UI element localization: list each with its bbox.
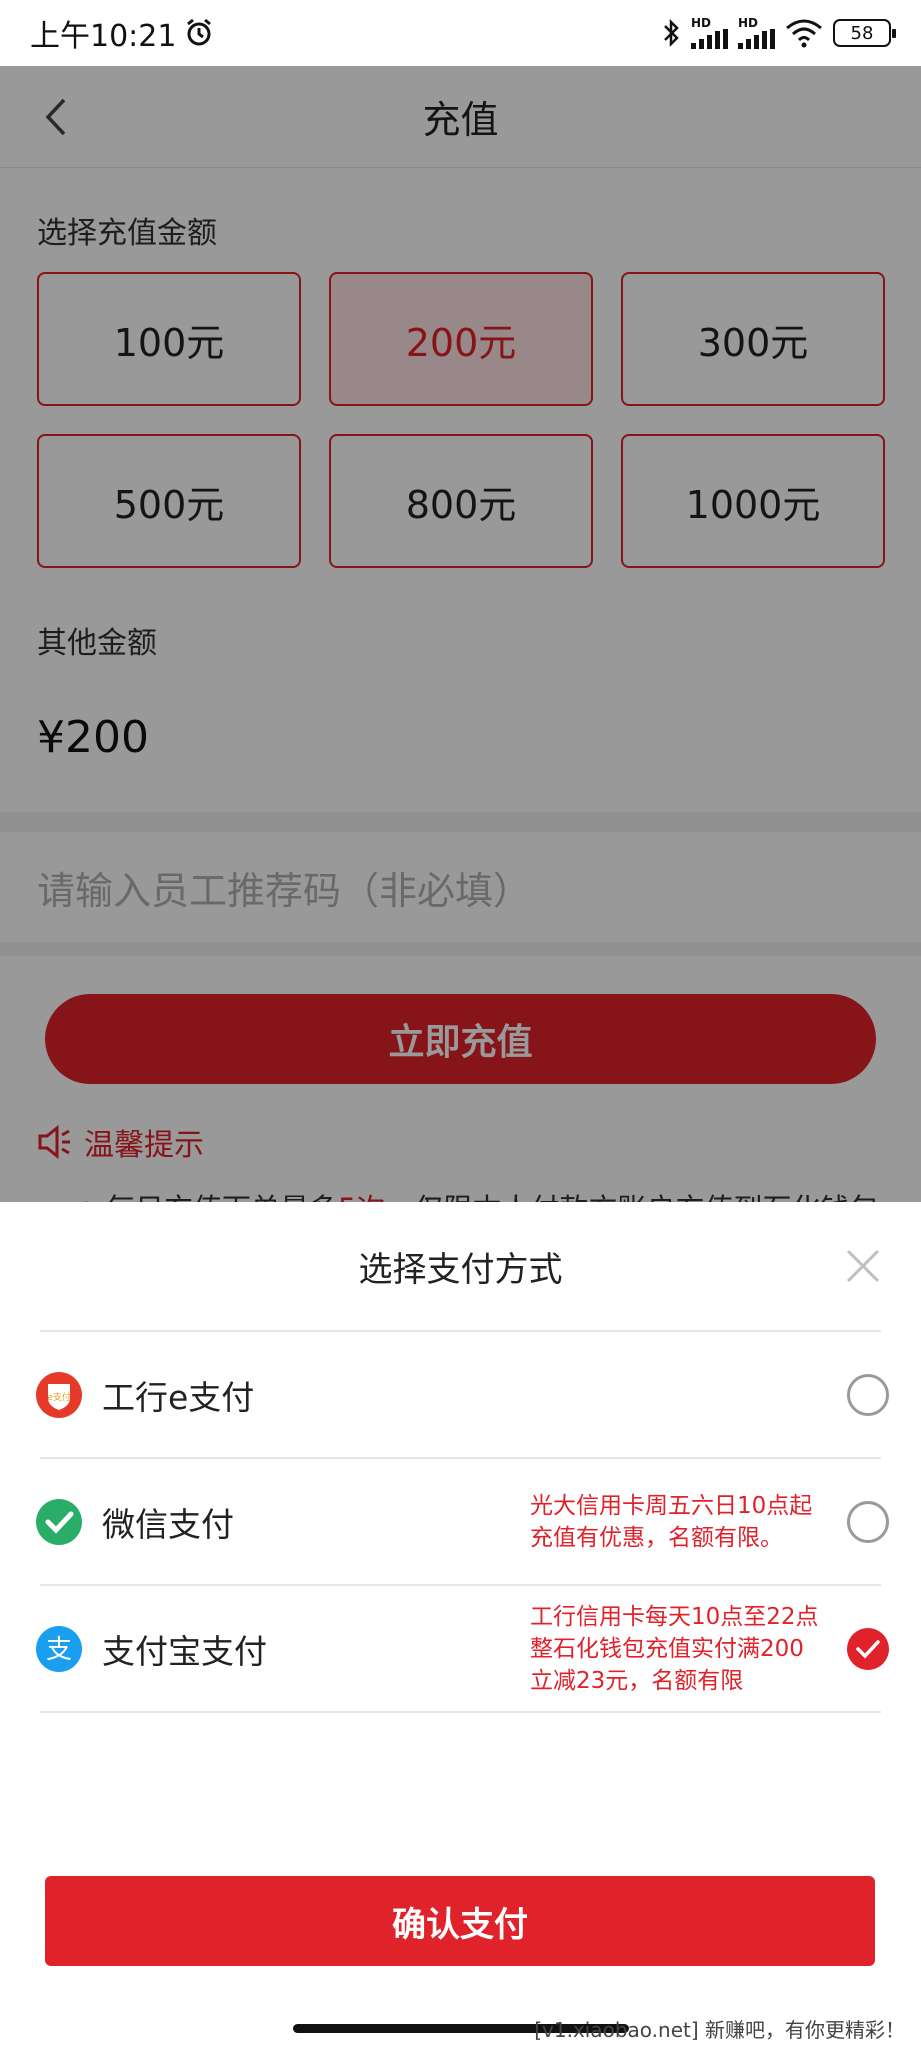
hd-label: HD — [691, 16, 712, 30]
radio-button-checked[interactable] — [847, 1627, 889, 1670]
signal-icon — [738, 29, 775, 49]
close-icon[interactable] — [843, 1246, 883, 1286]
check-icon — [856, 1639, 880, 1659]
alipay-icon: 支 — [36, 1625, 82, 1672]
svg-text:e支付: e支付 — [47, 1391, 71, 1403]
wifi-icon — [786, 19, 822, 48]
watermark: [v1.xiaobao.net] 新赚吧，有你更精彩！ — [534, 2018, 905, 2042]
confirm-payment-button[interactable]: 确认支付 — [45, 1876, 875, 1966]
payment-method-list: e支付 工行e支付 微信支付 光大信用卡周五六日10点起充值有优惠，名额有限。 — [36, 1330, 889, 1713]
hd-label: HD — [738, 16, 759, 30]
svg-text:支: 支 — [46, 1635, 72, 1665]
status-time: 上午10:21 — [30, 19, 177, 54]
payment-name: 工行e支付 — [102, 1377, 255, 1417]
status-bar: 上午10:21 HD HD 58 — [0, 0, 921, 66]
battery-icon: 58 — [833, 19, 896, 47]
bluetooth-icon — [664, 18, 679, 48]
payment-option-wechat[interactable]: 微信支付 光大信用卡周五六日10点起充值有优惠，名额有限。 — [36, 1459, 889, 1586]
payment-promo: 工行信用卡每天10点至22点整石化钱包充值实付满200立减23元，名额有限 — [530, 1603, 819, 1694]
wechat-pay-icon — [36, 1498, 82, 1545]
payment-method-sheet: 选择支付方式 e支付 工行e支付 微信支付 光大信用卡周五六日10点起充值有优惠… — [0, 1202, 921, 2048]
radio-button[interactable] — [847, 1500, 889, 1543]
status-time-group: 上午10:21 — [30, 11, 214, 55]
payment-option-alipay[interactable]: 支 支付宝支付 工行信用卡每天10点至22点整石化钱包充值实付满200立减23元… — [36, 1586, 889, 1713]
payment-option-icbc[interactable]: e支付 工行e支付 — [36, 1332, 889, 1459]
signal-icon — [691, 29, 728, 49]
sheet-title: 选择支付方式 — [358, 1249, 563, 1290]
dim-overlay[interactable] — [0, 66, 921, 1202]
radio-button[interactable] — [847, 1373, 889, 1416]
alarm-icon — [187, 18, 212, 46]
sheet-header: 选择支付方式 — [0, 1202, 921, 1330]
payment-name: 支付宝支付 — [102, 1631, 267, 1671]
status-icons: HD HD 58 — [661, 16, 896, 49]
icbc-epay-icon: e支付 — [36, 1371, 82, 1418]
payment-name: 微信支付 — [102, 1504, 234, 1544]
battery-level: 58 — [850, 22, 874, 44]
payment-promo: 光大信用卡周五六日10点起充值有优惠，名额有限。 — [530, 1492, 813, 1551]
